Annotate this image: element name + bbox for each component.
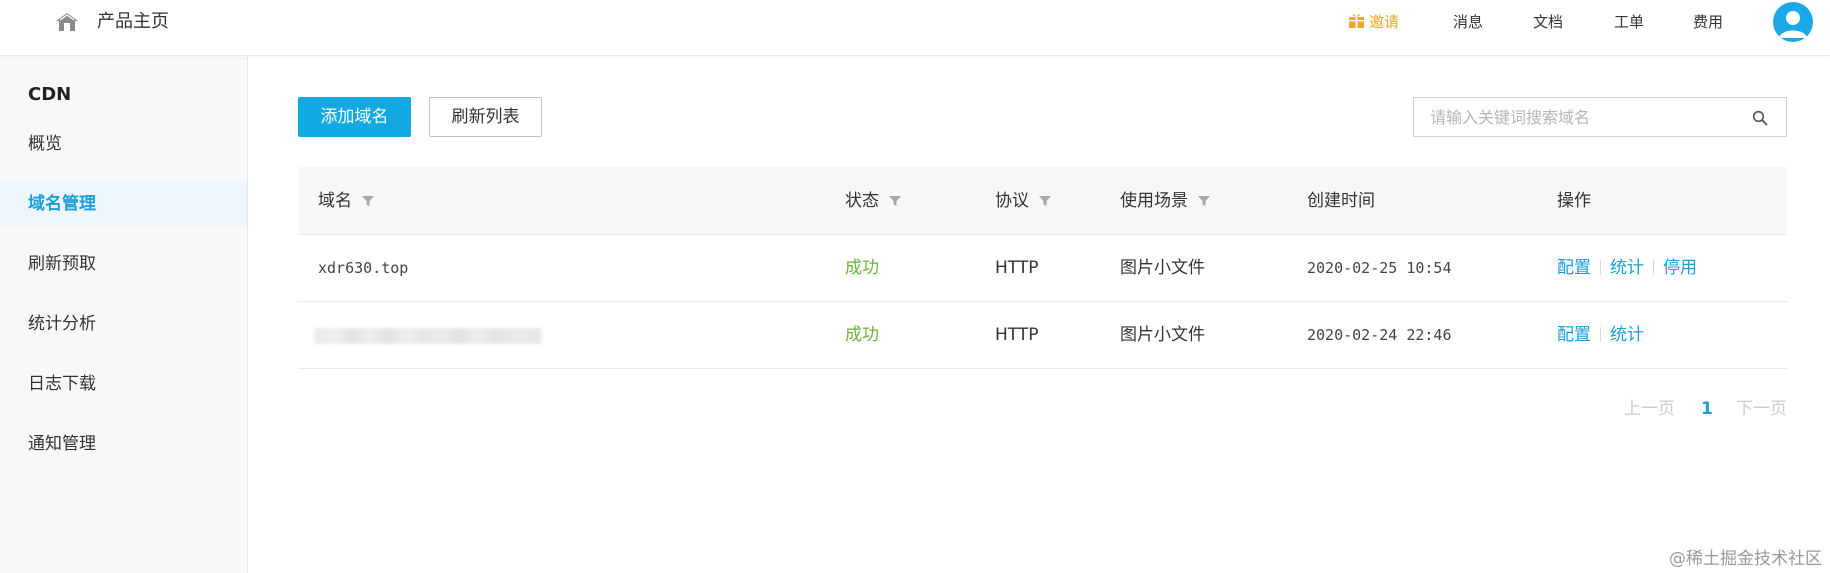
created-time-cell: 2020-02-24 22:46 <box>1307 326 1452 344</box>
home-icon[interactable] <box>55 12 79 32</box>
scenario-cell: 图片小文件 <box>1120 258 1205 278</box>
scenario-cell: 图片小文件 <box>1120 325 1205 345</box>
docs-link[interactable]: 文档 <box>1533 12 1563 32</box>
statistics-link[interactable]: 统计 <box>1610 325 1644 345</box>
domain-search-input[interactable] <box>1414 98 1744 136</box>
column-header-created: 创建时间 <box>1307 191 1375 211</box>
filter-icon[interactable] <box>1039 195 1051 207</box>
gift-icon <box>1349 14 1364 28</box>
protocol-cell: HTTP <box>995 258 1039 278</box>
sidebar: CDN 概览 域名管理 刷新预取 统计分析 日志下载 通知管理 <box>0 57 248 573</box>
sidebar-item-refresh-prefetch[interactable]: 刷新预取 <box>0 240 247 288</box>
action-divider <box>1653 260 1654 275</box>
actions-cell: 配置 统计 停用 <box>1557 235 1697 302</box>
filter-icon[interactable] <box>1198 195 1210 207</box>
user-avatar[interactable] <box>1773 2 1813 42</box>
filter-icon[interactable] <box>362 195 374 207</box>
product-home-link[interactable]: 产品主页 <box>97 10 169 34</box>
filter-icon[interactable] <box>889 195 901 207</box>
table-header: 域名 状态 协议 使用场景 创建时间 操作 <box>298 167 1787 235</box>
domain-table: 域名 状态 协议 使用场景 创建时间 操作 xdr630.top 成功 HTTP… <box>298 167 1787 369</box>
watermark: @稀土掘金技术社区 <box>1669 549 1822 569</box>
disable-link[interactable]: 停用 <box>1663 258 1697 278</box>
sidebar-item-overview[interactable]: 概览 <box>0 120 247 168</box>
search-icon[interactable] <box>1752 110 1768 126</box>
pagination-next[interactable]: 下一页 <box>1736 398 1787 420</box>
redacted-domain <box>315 328 541 344</box>
messages-link[interactable]: 消息 <box>1453 12 1483 32</box>
pagination-page-1[interactable]: 1 <box>1701 398 1713 420</box>
top-navigation-bar: 产品主页 邀请 消息 文档 工单 费用 <box>0 0 1830 56</box>
sidebar-item-statistics[interactable]: 统计分析 <box>0 300 247 348</box>
column-label: 域名 <box>318 191 352 211</box>
pagination-prev[interactable]: 上一页 <box>1624 398 1675 420</box>
action-divider <box>1600 260 1601 275</box>
column-header-protocol: 协议 <box>995 167 1051 235</box>
configure-link[interactable]: 配置 <box>1557 258 1591 278</box>
sidebar-title: CDN <box>28 84 72 105</box>
sidebar-item-notifications[interactable]: 通知管理 <box>0 420 247 468</box>
column-label: 状态 <box>845 191 879 211</box>
billing-link[interactable]: 费用 <box>1693 12 1723 32</box>
domain-cell: xdr630.top <box>318 259 409 277</box>
invite-label: 邀请 <box>1369 13 1400 31</box>
column-header-domain: 域名 <box>318 167 374 235</box>
configure-link[interactable]: 配置 <box>1557 325 1591 345</box>
column-header-actions: 操作 <box>1557 191 1591 211</box>
protocol-cell: HTTP <box>995 325 1039 345</box>
created-time-cell: 2020-02-25 10:54 <box>1307 259 1452 277</box>
add-domain-button[interactable]: 添加域名 <box>298 97 411 137</box>
action-divider <box>1600 327 1601 342</box>
actions-cell: 配置 统计 <box>1557 302 1644 369</box>
table-row: 成功 HTTP 图片小文件 2020-02-24 22:46 配置 统计 <box>298 302 1787 369</box>
column-label: 协议 <box>995 191 1029 211</box>
sidebar-item-domain-management[interactable]: 域名管理 <box>0 180 247 228</box>
table-row: xdr630.top 成功 HTTP 图片小文件 2020-02-25 10:5… <box>298 235 1787 302</box>
status-cell: 成功 <box>845 258 879 278</box>
statistics-link[interactable]: 统计 <box>1610 258 1644 278</box>
refresh-list-button[interactable]: 刷新列表 <box>429 97 542 137</box>
user-icon <box>1779 11 1807 38</box>
column-label: 使用场景 <box>1120 191 1188 211</box>
status-cell: 成功 <box>845 325 879 345</box>
invite-link[interactable]: 邀请 <box>1348 12 1399 32</box>
domain-search-box <box>1413 97 1787 137</box>
sidebar-item-log-download[interactable]: 日志下载 <box>0 360 247 408</box>
tickets-link[interactable]: 工单 <box>1614 12 1644 32</box>
column-header-scenario: 使用场景 <box>1120 167 1210 235</box>
column-header-status: 状态 <box>845 167 901 235</box>
